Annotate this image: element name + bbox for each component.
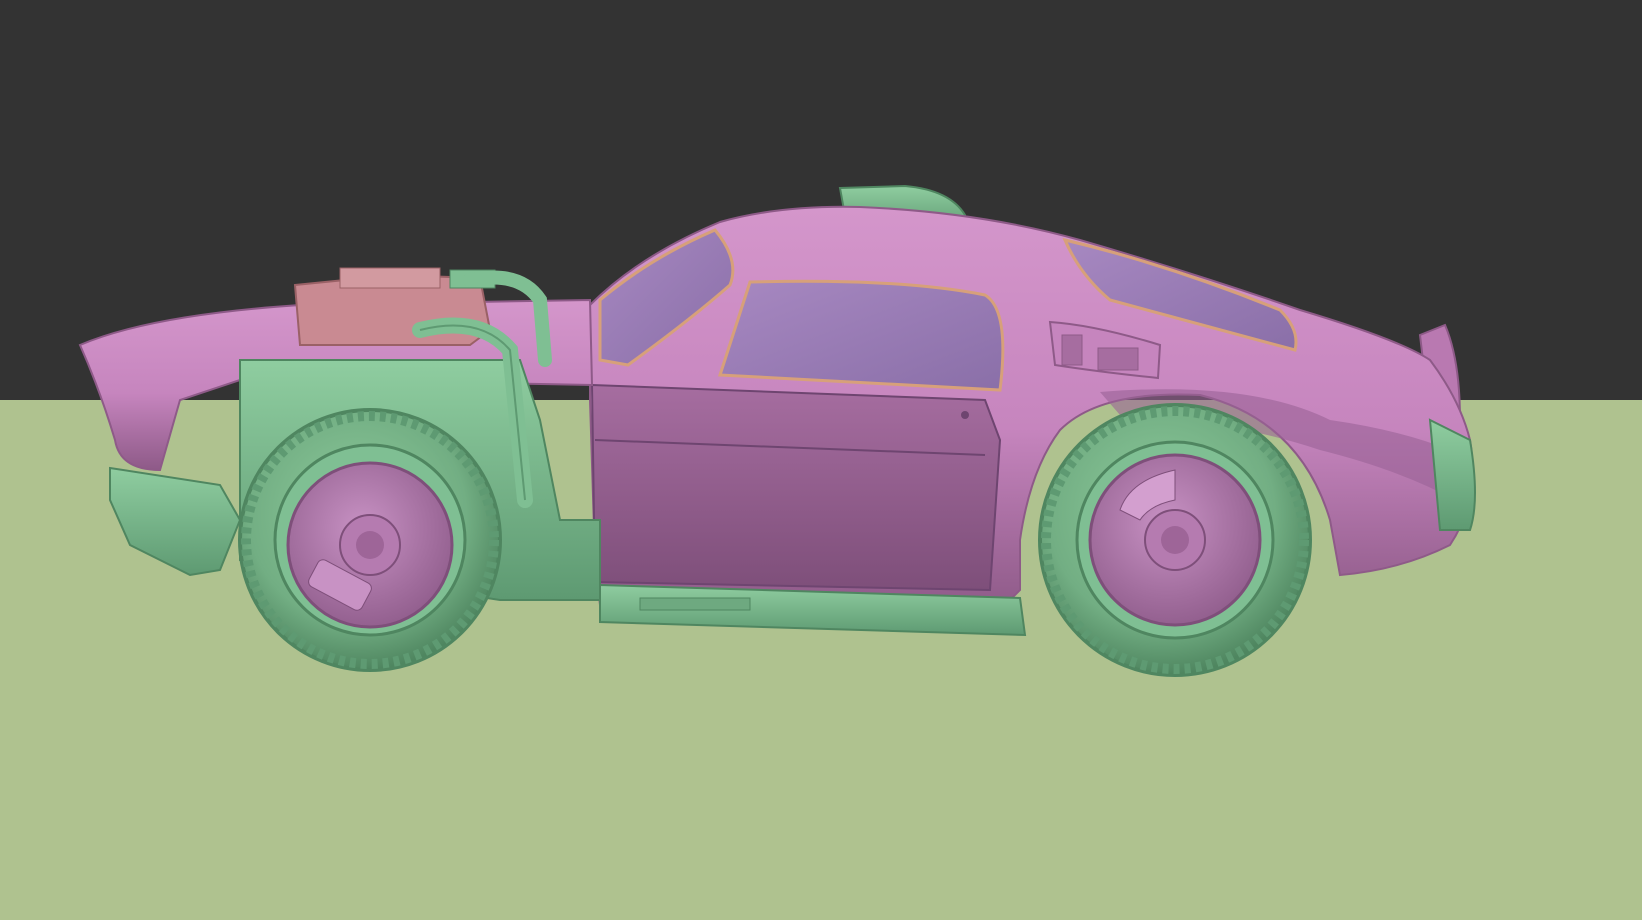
door[interactable] — [590, 383, 1002, 592]
viewport-3d[interactable] — [0, 0, 1642, 920]
car-model[interactable] — [0, 0, 1642, 920]
side-window — [717, 279, 1005, 392]
door-handle[interactable] — [961, 411, 969, 419]
rear-wheel[interactable] — [1038, 403, 1312, 677]
front-wheel[interactable] — [238, 408, 502, 672]
